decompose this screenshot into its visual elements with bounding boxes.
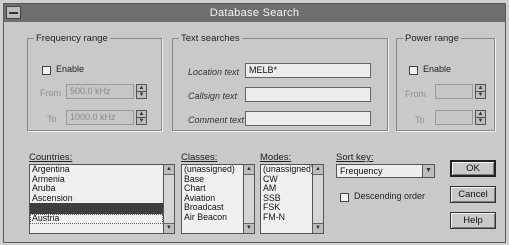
scroll-down-icon[interactable]: ▼ (244, 223, 254, 233)
list-item[interactable]: Air Beacon (182, 213, 243, 223)
frequency-from-field[interactable]: 500.0 kHz (66, 84, 134, 99)
list-item[interactable]: (unassigned) (182, 165, 243, 175)
location-text-label: Location text (188, 67, 240, 77)
spin-up-icon[interactable]: ▲ (137, 85, 146, 92)
power-from-field[interactable] (435, 84, 473, 99)
spin-up-icon[interactable]: ▲ (476, 85, 485, 92)
list-item[interactable]: Austria (30, 214, 163, 224)
title-bar: Database Search (4, 4, 505, 22)
scroll-up-icon[interactable]: ▲ (164, 165, 174, 175)
countries-listbox[interactable]: Argentina Armenia Aruba Ascension Austri… (29, 164, 175, 234)
frequency-enable-label: Enable (56, 64, 85, 74)
comment-text-field[interactable] (245, 111, 371, 126)
list-item[interactable]: FSK (261, 203, 312, 213)
descending-order-label: Descending order (354, 191, 426, 201)
list-item-selected[interactable] (30, 203, 163, 215)
list-item[interactable]: Argentina (30, 165, 163, 175)
power-enable-label: Enable (423, 64, 452, 74)
sort-key-value: Frequency (340, 166, 383, 176)
list-item[interactable]: Ascension (30, 194, 163, 204)
list-item[interactable]: FM-N (261, 213, 312, 223)
spin-down-icon[interactable]: ▼ (476, 92, 485, 98)
scroll-down-icon[interactable]: ▼ (164, 223, 174, 233)
sort-key-combo[interactable]: Frequency ▼ (336, 164, 435, 178)
list-item[interactable]: Chart (182, 184, 243, 194)
classes-listbox[interactable]: (unassigned) Base Chart Aviation Broadca… (181, 164, 255, 234)
scroll-up-icon[interactable]: ▲ (244, 165, 254, 175)
frequency-to-field[interactable]: 1000.0 kHz (66, 110, 134, 125)
modes-scrollbar[interactable]: ▲ ▼ (312, 165, 323, 233)
list-item[interactable]: SSB (261, 194, 312, 204)
power-enable-checkbox[interactable] (409, 66, 418, 75)
help-button[interactable]: Help (450, 212, 496, 229)
sort-key-label: Sort key: (336, 152, 374, 163)
ok-button[interactable]: OK (450, 160, 496, 177)
power-to-field[interactable] (435, 110, 473, 125)
spin-up-icon[interactable]: ▲ (476, 111, 485, 118)
spin-up-icon[interactable]: ▲ (137, 111, 146, 118)
list-item[interactable]: AM (261, 184, 312, 194)
classes-label: Classes: (181, 152, 218, 163)
cancel-button[interactable]: Cancel (450, 186, 496, 203)
spin-down-icon[interactable]: ▼ (137, 92, 146, 98)
power-from-spinner[interactable]: ▲ ▼ (475, 84, 486, 99)
countries-label: Countries: (29, 152, 73, 163)
text-searches-legend: Text searches (181, 33, 240, 44)
list-item[interactable]: Aviation (182, 194, 243, 204)
location-text-field[interactable]: MELB* (245, 63, 371, 78)
power-from-label: From (405, 89, 426, 99)
callsign-text-field[interactable] (245, 87, 371, 102)
list-item[interactable]: CW (261, 175, 312, 185)
list-item[interactable]: Broadcast (182, 203, 243, 213)
frequency-to-spinner[interactable]: ▲ ▼ (136, 110, 147, 125)
frequency-enable-checkbox[interactable] (42, 66, 51, 75)
frequency-from-spinner[interactable]: ▲ ▼ (136, 84, 147, 99)
list-item[interactable]: Armenia (30, 175, 163, 185)
spin-down-icon[interactable]: ▼ (137, 118, 146, 124)
comment-text-label: Comment text (188, 115, 245, 125)
classes-scrollbar[interactable]: ▲ ▼ (243, 165, 254, 233)
countries-scrollbar[interactable]: ▲ ▼ (163, 165, 174, 233)
power-to-label: To (415, 115, 425, 125)
power-range-legend: Power range (405, 33, 459, 44)
database-search-dialog: Database Search Frequency range Enable F… (3, 3, 506, 243)
list-item[interactable]: (unassigned) (261, 165, 312, 175)
spin-down-icon[interactable]: ▼ (476, 118, 485, 124)
window-title: Database Search (209, 7, 300, 19)
scroll-up-icon[interactable]: ▲ (313, 165, 323, 175)
frequency-to-label: To (47, 114, 57, 124)
modes-label: Modes: (260, 152, 292, 163)
scroll-down-icon[interactable]: ▼ (313, 223, 323, 233)
modes-listbox[interactable]: (unassigned) CW AM SSB FSK FM-N ▲ ▼ (260, 164, 324, 234)
callsign-text-label: Callsign text (188, 91, 238, 101)
power-to-spinner[interactable]: ▲ ▼ (475, 110, 486, 125)
descending-order-checkbox[interactable] (340, 193, 349, 202)
chevron-down-icon[interactable]: ▼ (422, 165, 434, 177)
frequency-from-label: From (40, 88, 61, 98)
frequency-range-legend: Frequency range (36, 33, 108, 44)
list-item[interactable]: Base (182, 175, 243, 185)
list-item[interactable]: Aruba (30, 184, 163, 194)
